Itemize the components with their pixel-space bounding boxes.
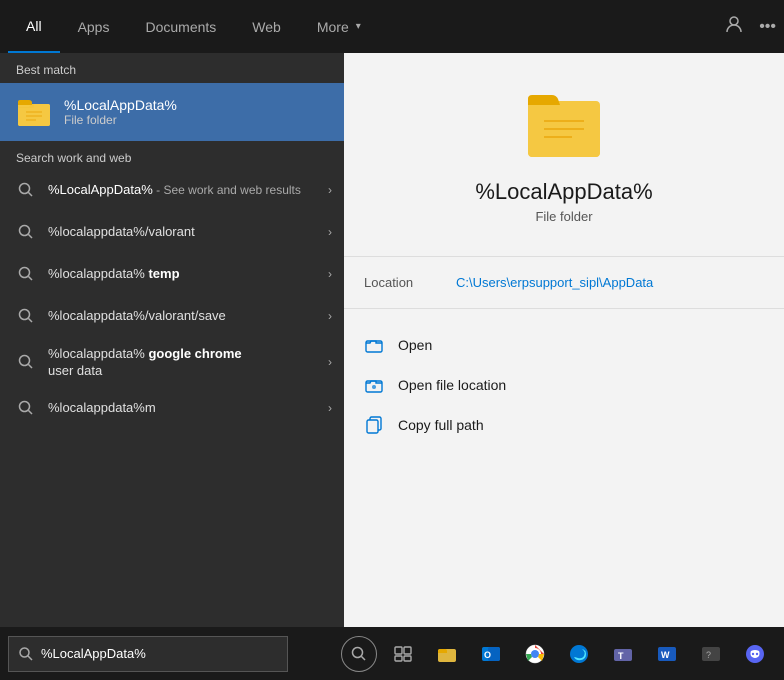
divider — [344, 256, 784, 257]
action-list: Open Open file location — [344, 317, 784, 453]
search-result-text: %localappdata% google chrome user data — [48, 345, 328, 379]
nav-tabs: All Apps Documents Web More ▾ — [8, 0, 379, 53]
search-icon — [16, 352, 36, 372]
search-result-text: %LocalAppData% - See work and web result… — [48, 182, 328, 199]
divider-2 — [344, 308, 784, 309]
chevron-right-icon: › — [328, 355, 332, 369]
open-file-location-label: Open file location — [398, 377, 506, 393]
right-panel: %LocalAppData% File folder Location C:\U… — [344, 53, 784, 627]
taskbar-search-icon — [19, 647, 33, 661]
chevron-right-icon: › — [328, 309, 332, 323]
discord-icon[interactable] — [734, 633, 776, 675]
open-action[interactable]: Open — [344, 325, 784, 365]
main-area: Best match %LocalAppData% File folder — [0, 53, 784, 627]
location-link[interactable]: C:\Users\erpsupport_sipl\AppData — [456, 275, 653, 290]
preview-subtitle: File folder — [535, 209, 592, 224]
chevron-right-icon: › — [328, 401, 332, 415]
search-result-text: %localappdata%m — [48, 400, 328, 417]
outlook-icon[interactable]: O — [470, 633, 512, 675]
task-view-icon[interactable] — [382, 633, 424, 675]
search-result-text: %localappdata%/valorant — [48, 224, 328, 241]
taskbar-icons: O T — [338, 633, 784, 675]
search-icon — [16, 180, 36, 200]
taskbar-search-box[interactable] — [8, 636, 288, 672]
top-nav: All Apps Documents Web More ▾ ••• — [0, 0, 784, 53]
tab-apps[interactable]: Apps — [60, 0, 128, 53]
search-result-text: %localappdata%/valorant/save — [48, 308, 328, 325]
location-label: Location — [364, 275, 444, 290]
search-icon — [16, 264, 36, 284]
user-icon[interactable] — [725, 15, 743, 38]
taskbar: O T — [0, 627, 784, 680]
open-file-location-action[interactable]: Open file location — [344, 365, 784, 405]
chevron-down-icon: ▾ — [356, 21, 361, 32]
cortana-icon[interactable] — [338, 633, 380, 675]
best-match-title: %LocalAppData% — [64, 97, 177, 113]
chevron-right-icon: › — [328, 225, 332, 239]
location-row: Location C:\Users\erpsupport_sipl\AppDat… — [344, 265, 784, 300]
list-item[interactable]: %localappdata%/valorant/save › — [0, 295, 344, 337]
list-item[interactable]: %LocalAppData% - See work and web result… — [0, 169, 344, 211]
best-match-text: %LocalAppData% File folder — [64, 97, 177, 127]
teams-icon[interactable]: T — [602, 633, 644, 675]
tab-all[interactable]: All — [8, 0, 60, 53]
word-icon[interactable]: W — [646, 633, 688, 675]
tab-web[interactable]: Web — [234, 0, 299, 53]
tab-more[interactable]: More ▾ — [299, 0, 379, 53]
chevron-right-icon: › — [328, 267, 332, 281]
svg-text:O: O — [484, 650, 491, 660]
copy-full-path-action[interactable]: Copy full path — [344, 405, 784, 445]
folder-open-icon — [364, 335, 384, 355]
best-match-item[interactable]: %LocalAppData% File folder — [0, 83, 344, 141]
taskbar-search-input[interactable] — [41, 646, 277, 661]
search-section-label: Search work and web — [0, 141, 344, 169]
list-item[interactable]: %localappdata% google chrome user data › — [0, 337, 344, 387]
preview-title: %LocalAppData% — [475, 179, 652, 205]
svg-text:T: T — [618, 651, 624, 661]
search-icon — [16, 306, 36, 326]
chevron-right-icon: › — [328, 183, 332, 197]
copy-full-path-label: Copy full path — [398, 417, 484, 433]
search-icon — [16, 222, 36, 242]
svg-text:W: W — [661, 650, 670, 660]
edge-icon[interactable] — [558, 633, 600, 675]
best-match-subtitle: File folder — [64, 113, 177, 127]
app-icon-unknown[interactable]: ? — [690, 633, 732, 675]
search-result-text: %localappdata% temp — [48, 266, 328, 283]
tab-documents[interactable]: Documents — [127, 0, 234, 53]
open-label: Open — [398, 337, 432, 353]
search-icon — [16, 398, 36, 418]
file-explorer-icon[interactable] — [426, 633, 468, 675]
list-item[interactable]: %localappdata% temp › — [0, 253, 344, 295]
preview-folder-icon — [524, 83, 604, 163]
ellipsis-icon[interactable]: ••• — [759, 18, 776, 36]
folder-icon — [16, 94, 52, 130]
list-item[interactable]: %localappdata%m › — [0, 387, 344, 429]
chrome-icon[interactable] — [514, 633, 556, 675]
svg-text:?: ? — [706, 650, 711, 660]
nav-right: ••• — [725, 15, 776, 38]
best-match-label: Best match — [0, 53, 344, 83]
folder-location-icon — [364, 375, 384, 395]
copy-icon — [364, 415, 384, 435]
left-panel: Best match %LocalAppData% File folder — [0, 53, 344, 627]
list-item[interactable]: %localappdata%/valorant › — [0, 211, 344, 253]
